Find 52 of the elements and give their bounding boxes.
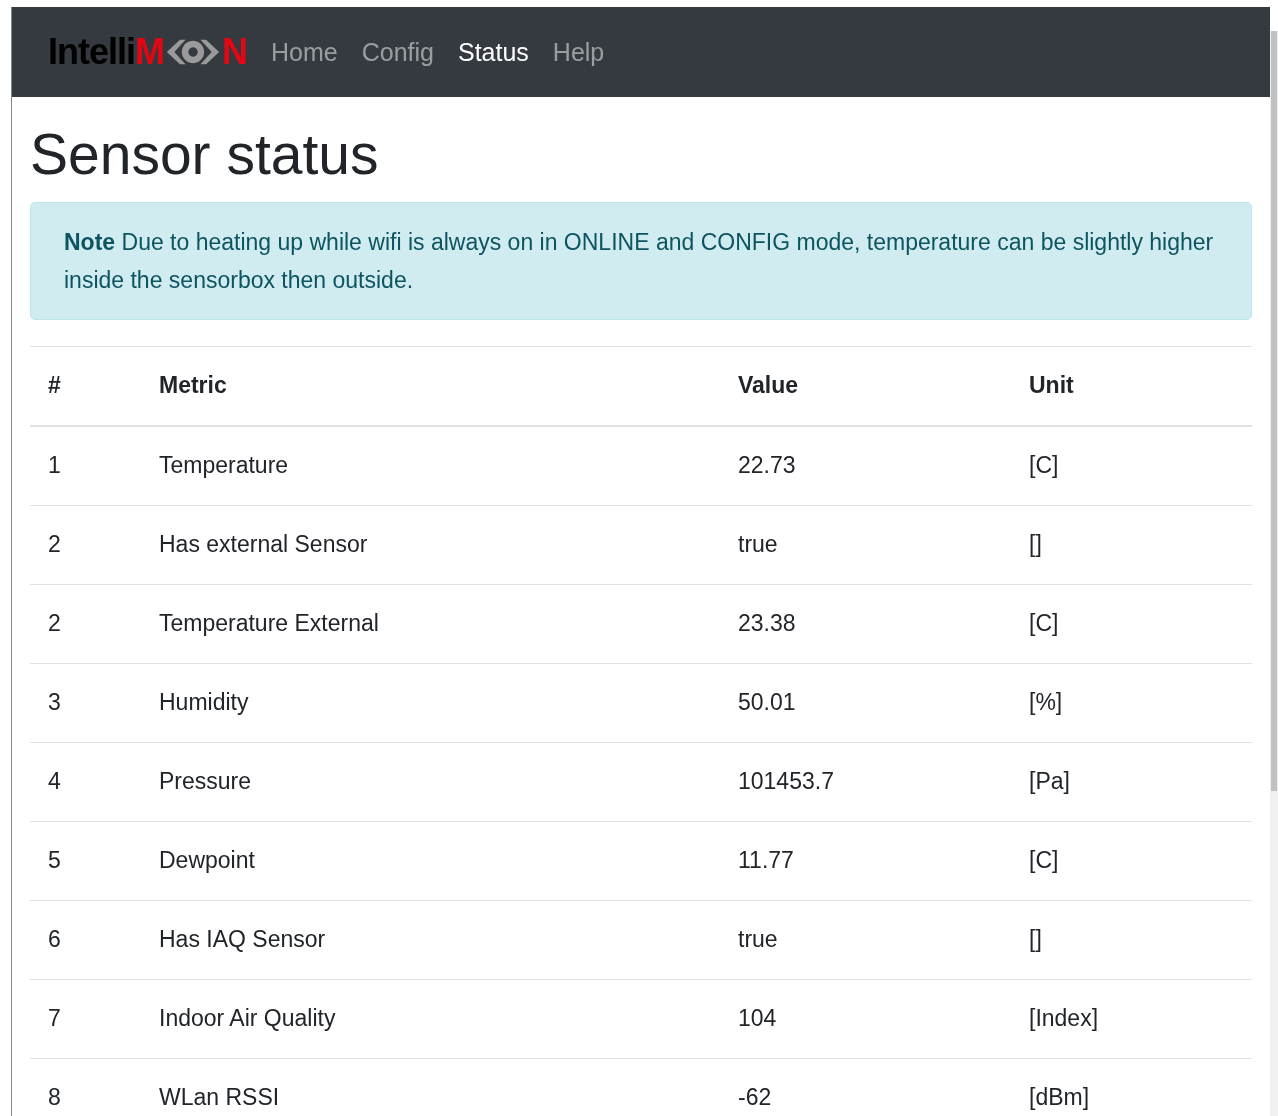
table-cell: -62 [720, 1058, 1011, 1116]
table-cell: 23.38 [720, 584, 1011, 664]
table-cell: Humidity [141, 663, 720, 743]
info-alert: Note Due to heating up while wifi is always on in ONLINE and CONFIG mode, temperature can be slightly higher inside the sensorbox then outside. [30, 201, 1252, 320]
table-cell: 22.73 [720, 425, 1011, 506]
table-cell: Has IAQ Sensor [141, 900, 720, 980]
table-cell: 6 [30, 900, 141, 980]
column-header: # [30, 346, 141, 426]
logo-text: Intelli [48, 31, 135, 73]
logo-text: N [222, 31, 247, 73]
table-cell: 50.01 [720, 663, 1011, 743]
eye-icon [165, 37, 221, 67]
table-cell: [] [1011, 900, 1252, 980]
table-cell: [] [1011, 505, 1252, 585]
table-cell: Temperature External [141, 584, 720, 664]
table-cell: Has external Sensor [141, 505, 720, 585]
table-cell: [Index] [1011, 979, 1252, 1059]
table-cell: [C] [1011, 821, 1252, 901]
table-cell: Indoor Air Quality [141, 979, 720, 1059]
table-cell: WLan RSSI [141, 1058, 720, 1116]
table-cell: Dewpoint [141, 821, 720, 901]
table-cell: Pressure [141, 742, 720, 822]
table-cell: 5 [30, 821, 141, 901]
logo-text: M [135, 31, 164, 73]
table-cell: 7 [30, 979, 141, 1059]
table-cell: 104 [720, 979, 1011, 1059]
table-cell: 11.77 [720, 821, 1011, 901]
column-header: Value [720, 346, 1011, 426]
page-title: Sensor status [30, 123, 380, 186]
table-cell: 1 [30, 425, 141, 506]
table-cell: [%] [1011, 663, 1252, 743]
scrollbar-thumb[interactable] [1271, 31, 1277, 791]
scrollbar[interactable] [1270, 31, 1278, 1116]
table-cell: [dBm] [1011, 1058, 1252, 1116]
nav-link[interactable]: Config [361, 37, 434, 67]
table-cell: [Pa] [1011, 742, 1252, 822]
table-cell: 8 [30, 1058, 141, 1116]
table-cell: Temperature [141, 425, 720, 506]
nav-link[interactable]: Status [457, 37, 529, 67]
table-cell: true [720, 505, 1011, 585]
table-cell: true [720, 900, 1011, 980]
table-cell: [C] [1011, 425, 1252, 506]
nav-link[interactable]: Home [271, 37, 338, 67]
table-cell: 2 [30, 505, 141, 585]
column-header: Metric [141, 346, 720, 426]
nav-link[interactable]: Help [552, 37, 605, 67]
table-cell: [C] [1011, 584, 1252, 664]
column-header: Unit [1011, 346, 1252, 426]
table-cell: 4 [30, 742, 141, 822]
table-cell: 101453.7 [720, 742, 1011, 822]
table-cell: 3 [30, 663, 141, 743]
table-cell: 2 [30, 584, 141, 664]
